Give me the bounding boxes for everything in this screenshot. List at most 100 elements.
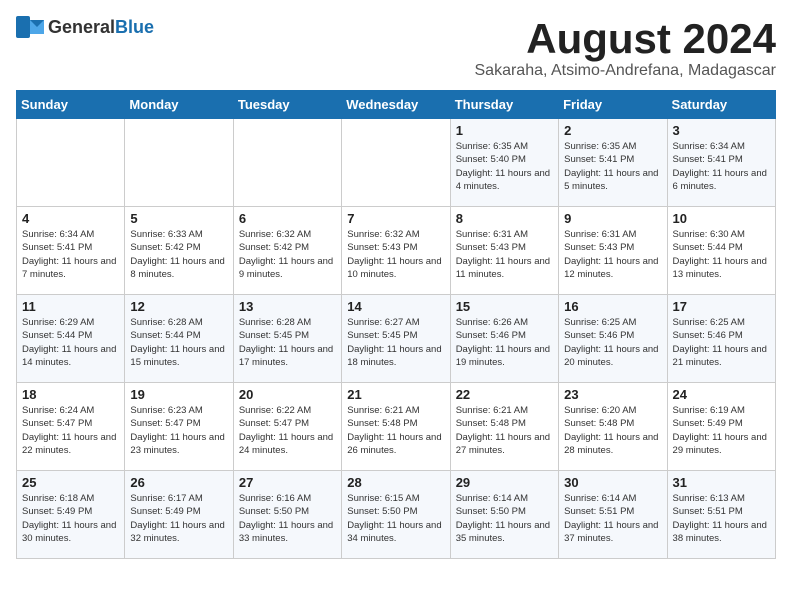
week-row-1: 1 Sunrise: 6:35 AMSunset: 5:40 PMDaylight… <box>17 119 776 207</box>
day-number: 16 <box>564 299 661 314</box>
day-info: Sunrise: 6:23 AMSunset: 5:47 PMDaylight:… <box>130 404 227 457</box>
day-info: Sunrise: 6:25 AMSunset: 5:46 PMDaylight:… <box>673 316 770 369</box>
calendar-body: 1 Sunrise: 6:35 AMSunset: 5:40 PMDaylight… <box>17 119 776 559</box>
dow-header-tuesday: Tuesday <box>233 91 341 119</box>
day-number: 29 <box>456 475 553 490</box>
day-cell: 5Sunrise: 6:33 AMSunset: 5:42 PMDaylight… <box>125 207 233 295</box>
day-info: Sunrise: 6:34 AMSunset: 5:41 PMDaylight:… <box>673 140 770 193</box>
dow-header-thursday: Thursday <box>450 91 558 119</box>
day-info: Sunrise: 6:28 AMSunset: 5:44 PMDaylight:… <box>130 316 227 369</box>
day-info: Sunrise: 6:16 AMSunset: 5:50 PMDaylight:… <box>239 492 336 545</box>
day-number: 31 <box>673 475 770 490</box>
day-cell: 28Sunrise: 6:15 AMSunset: 5:50 PMDayligh… <box>342 471 450 559</box>
day-cell: 15 Sunrise: 6:26 AMSunset: 5:46 PMDayligh… <box>450 295 558 383</box>
day-info: Sunrise: 6:29 AMSunset: 5:44 PMDaylight:… <box>22 316 119 369</box>
days-of-week-row: SundayMondayTuesdayWednesdayThursdayFrid… <box>17 91 776 119</box>
week-row-5: 25Sunrise: 6:18 AMSunset: 5:49 PMDayligh… <box>17 471 776 559</box>
day-number: 15 <box>456 299 553 314</box>
day-number: 9 <box>564 211 661 226</box>
day-number: 25 <box>22 475 119 490</box>
day-info: Sunrise: 6:21 AMSunset: 5:48 PMDaylight:… <box>456 404 553 457</box>
logo-icon <box>16 16 44 38</box>
calendar-title: August 2024 <box>475 16 777 62</box>
day-cell: 12Sunrise: 6:28 AMSunset: 5:44 PMDayligh… <box>125 295 233 383</box>
title-area: August 2024 Sakaraha, Atsimo-Andrefana, … <box>475 16 777 80</box>
day-number: 22 <box>456 387 553 402</box>
day-info: Sunrise: 6:15 AMSunset: 5:50 PMDaylight:… <box>347 492 444 545</box>
day-number: 21 <box>347 387 444 402</box>
day-cell: 17 Sunrise: 6:25 AMSunset: 5:46 PMDayligh… <box>667 295 775 383</box>
day-info: Sunrise: 6:27 AMSunset: 5:45 PMDaylight:… <box>347 316 444 369</box>
day-info: Sunrise: 6:26 AMSunset: 5:46 PMDaylight:… <box>456 316 553 369</box>
day-number: 11 <box>22 299 119 314</box>
day-cell: 6 Sunrise: 6:32 AMSunset: 5:42 PMDaylight… <box>233 207 341 295</box>
header: GeneralBlue August 2024 Sakaraha, Atsimo… <box>16 16 776 80</box>
day-cell <box>342 119 450 207</box>
day-number: 26 <box>130 475 227 490</box>
dow-header-friday: Friday <box>559 91 667 119</box>
day-number: 18 <box>22 387 119 402</box>
day-number: 5 <box>130 211 227 226</box>
calendar-table: SundayMondayTuesdayWednesdayThursdayFrid… <box>16 90 776 559</box>
day-cell: 4 Sunrise: 6:34 AMSunset: 5:41 PMDaylight… <box>17 207 125 295</box>
day-cell: 18 Sunrise: 6:24 AMSunset: 5:47 PMDayligh… <box>17 383 125 471</box>
day-cell: 31 Sunrise: 6:13 AMSunset: 5:51 PMDayligh… <box>667 471 775 559</box>
day-number: 13 <box>239 299 336 314</box>
day-info: Sunrise: 6:32 AMSunset: 5:42 PMDaylight:… <box>239 228 336 281</box>
dow-header-wednesday: Wednesday <box>342 91 450 119</box>
day-number: 19 <box>130 387 227 402</box>
day-cell <box>125 119 233 207</box>
day-cell: 9Sunrise: 6:31 AMSunset: 5:43 PMDaylight… <box>559 207 667 295</box>
day-number: 10 <box>673 211 770 226</box>
day-info: Sunrise: 6:31 AMSunset: 5:43 PMDaylight:… <box>456 228 553 281</box>
day-number: 30 <box>564 475 661 490</box>
day-info: Sunrise: 6:19 AMSunset: 5:49 PMDaylight:… <box>673 404 770 457</box>
day-info: Sunrise: 6:35 AMSunset: 5:41 PMDaylight:… <box>564 140 661 193</box>
day-cell: 20 Sunrise: 6:22 AMSunset: 5:47 PMDayligh… <box>233 383 341 471</box>
week-row-4: 18 Sunrise: 6:24 AMSunset: 5:47 PMDayligh… <box>17 383 776 471</box>
day-number: 1 <box>456 123 553 138</box>
dow-header-saturday: Saturday <box>667 91 775 119</box>
day-cell: 2 Sunrise: 6:35 AMSunset: 5:41 PMDaylight… <box>559 119 667 207</box>
day-number: 24 <box>673 387 770 402</box>
day-info: Sunrise: 6:35 AMSunset: 5:40 PMDaylight:… <box>456 140 553 193</box>
day-cell: 24 Sunrise: 6:19 AMSunset: 5:49 PMDayligh… <box>667 383 775 471</box>
day-cell: 21 Sunrise: 6:21 AMSunset: 5:48 PMDayligh… <box>342 383 450 471</box>
day-cell: 30 Sunrise: 6:14 AMSunset: 5:51 PMDayligh… <box>559 471 667 559</box>
day-number: 27 <box>239 475 336 490</box>
day-cell: 7 Sunrise: 6:32 AMSunset: 5:43 PMDaylight… <box>342 207 450 295</box>
day-info: Sunrise: 6:28 AMSunset: 5:45 PMDaylight:… <box>239 316 336 369</box>
day-number: 4 <box>22 211 119 226</box>
day-number: 8 <box>456 211 553 226</box>
day-number: 7 <box>347 211 444 226</box>
day-info: Sunrise: 6:24 AMSunset: 5:47 PMDaylight:… <box>22 404 119 457</box>
day-cell: 26 Sunrise: 6:17 AMSunset: 5:49 PMDayligh… <box>125 471 233 559</box>
day-info: Sunrise: 6:21 AMSunset: 5:48 PMDaylight:… <box>347 404 444 457</box>
day-info: Sunrise: 6:30 AMSunset: 5:44 PMDaylight:… <box>673 228 770 281</box>
day-info: Sunrise: 6:14 AMSunset: 5:50 PMDaylight:… <box>456 492 553 545</box>
day-cell: 19 Sunrise: 6:23 AMSunset: 5:47 PMDayligh… <box>125 383 233 471</box>
day-number: 6 <box>239 211 336 226</box>
day-cell <box>233 119 341 207</box>
day-info: Sunrise: 6:17 AMSunset: 5:49 PMDaylight:… <box>130 492 227 545</box>
day-info: Sunrise: 6:34 AMSunset: 5:41 PMDaylight:… <box>22 228 119 281</box>
week-row-2: 4 Sunrise: 6:34 AMSunset: 5:41 PMDaylight… <box>17 207 776 295</box>
week-row-3: 11 Sunrise: 6:29 AMSunset: 5:44 PMDayligh… <box>17 295 776 383</box>
day-cell: 16Sunrise: 6:25 AMSunset: 5:46 PMDayligh… <box>559 295 667 383</box>
calendar-subtitle: Sakaraha, Atsimo-Andrefana, Madagascar <box>475 62 777 80</box>
day-cell: 13 Sunrise: 6:28 AMSunset: 5:45 PMDayligh… <box>233 295 341 383</box>
day-number: 17 <box>673 299 770 314</box>
logo-general: GeneralBlue <box>48 17 154 38</box>
day-info: Sunrise: 6:14 AMSunset: 5:51 PMDaylight:… <box>564 492 661 545</box>
day-cell: 1 Sunrise: 6:35 AMSunset: 5:40 PMDaylight… <box>450 119 558 207</box>
day-cell <box>17 119 125 207</box>
day-cell: 10 Sunrise: 6:30 AMSunset: 5:44 PMDayligh… <box>667 207 775 295</box>
day-number: 20 <box>239 387 336 402</box>
day-number: 2 <box>564 123 661 138</box>
day-info: Sunrise: 6:32 AMSunset: 5:43 PMDaylight:… <box>347 228 444 281</box>
day-info: Sunrise: 6:22 AMSunset: 5:47 PMDaylight:… <box>239 404 336 457</box>
day-info: Sunrise: 6:13 AMSunset: 5:51 PMDaylight:… <box>673 492 770 545</box>
day-cell: 3Sunrise: 6:34 AMSunset: 5:41 PMDaylight… <box>667 119 775 207</box>
day-cell: 8 Sunrise: 6:31 AMSunset: 5:43 PMDaylight… <box>450 207 558 295</box>
day-cell: 29 Sunrise: 6:14 AMSunset: 5:50 PMDayligh… <box>450 471 558 559</box>
